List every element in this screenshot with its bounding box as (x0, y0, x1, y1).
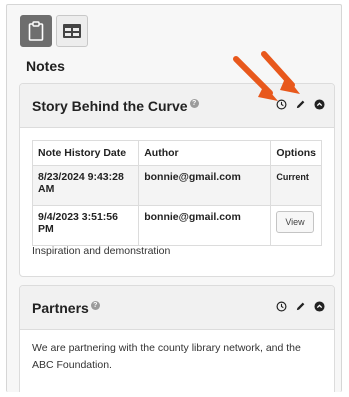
note-author: bonnie@gmail.com (138, 165, 272, 206)
card-title: Partners (32, 300, 89, 316)
column-header-options: Options (270, 140, 322, 166)
card-header: Partners? (20, 286, 334, 330)
tab-grid[interactable] (56, 15, 88, 47)
table-header-row: Note History Date Author Options (31, 140, 322, 166)
arrow-annotation-icon (261, 51, 300, 94)
note-body: We are partnering with the county librar… (32, 342, 301, 371)
card-title: Story Behind the Curve (32, 98, 188, 114)
edit-icon[interactable] (295, 99, 306, 110)
clipboard-icon (28, 21, 44, 41)
note-date: 8/23/2024 9:43:28 AM (31, 165, 140, 206)
note-date: 9/4/2023 3:51:56 PM (31, 205, 140, 246)
note-card-story: Story Behind the Curve? Note History Dat… (19, 83, 335, 277)
note-description: Inspiration and demonstration (32, 245, 171, 257)
view-button[interactable]: View (276, 211, 314, 233)
collapse-icon[interactable] (314, 99, 325, 110)
table-row: 9/4/2023 3:51:56 PM bonnie@gmail.com Vie… (31, 205, 322, 246)
note-author: bonnie@gmail.com (138, 205, 272, 246)
note-card-partners: Partners? We are partnering with the cou… (19, 285, 335, 392)
help-icon[interactable]: ? (189, 99, 199, 109)
table-row: 8/23/2024 9:43:28 AM bonnie@gmail.com Cu… (31, 165, 322, 206)
grid-icon (63, 24, 81, 38)
current-label: Current (276, 172, 309, 182)
edit-icon[interactable] (295, 301, 306, 312)
tab-notes[interactable] (20, 15, 52, 47)
section-title: Notes (26, 58, 65, 74)
collapse-icon[interactable] (314, 301, 325, 312)
column-header-date: Note History Date (31, 140, 140, 166)
history-icon[interactable] (276, 301, 287, 312)
help-icon[interactable]: ? (90, 301, 100, 311)
note-history-table: Note History Date Author Options 8/23/20… (31, 140, 322, 246)
card-actions (276, 301, 325, 312)
tab-bar (20, 15, 88, 47)
column-header-author: Author (138, 140, 272, 166)
